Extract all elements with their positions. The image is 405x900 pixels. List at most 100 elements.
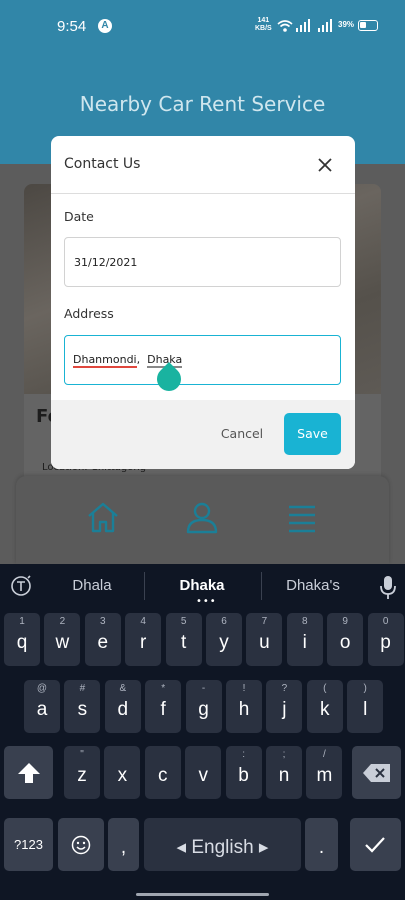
key-secondary-label: ): [363, 683, 367, 694]
key-v[interactable]: v: [185, 746, 222, 799]
emoji-key[interactable]: [58, 818, 104, 871]
key-n[interactable]: ; n: [266, 746, 302, 799]
space-key[interactable]: ◂ English ▸: [144, 818, 301, 871]
key-secondary-label: /: [323, 749, 326, 760]
cell-signal-icon-2: [318, 19, 332, 32]
key-label: t: [180, 632, 187, 653]
app-title: Nearby Car Rent Service: [79, 92, 326, 116]
key-u[interactable]: 7u: [246, 613, 283, 666]
key-label: v: [198, 765, 208, 786]
suggestion-2[interactable]: Dhaka: [147, 577, 257, 594]
date-field[interactable]: 31/12/2021: [64, 237, 341, 287]
key-secondary-label: &: [119, 683, 127, 694]
key-label: p: [380, 632, 391, 653]
key-o[interactable]: 9o: [327, 613, 364, 666]
dialog-title: Contact Us: [64, 156, 141, 172]
language-label: English: [191, 837, 254, 858]
key-secondary-label: 4: [140, 616, 146, 627]
backspace-key[interactable]: [352, 746, 401, 799]
key-w[interactable]: 2w: [44, 613, 81, 666]
app-notification-icon: A: [98, 19, 112, 33]
key-h[interactable]: ! h: [226, 680, 262, 733]
key-e[interactable]: 3e: [84, 613, 121, 666]
shift-key[interactable]: [4, 746, 53, 799]
key-label: n: [278, 765, 290, 786]
network-speed: 141 KB/S: [255, 17, 272, 33]
address-label: Address: [64, 306, 114, 321]
suggestion-divider: [144, 572, 145, 600]
key-k[interactable]: (k: [306, 680, 343, 733]
checkmark-icon: [365, 837, 385, 853]
key-secondary-label: 5: [180, 616, 187, 627]
key-f[interactable]: * f: [145, 680, 182, 733]
key-label: l: [363, 699, 368, 720]
key-secondary-label: 7: [261, 616, 268, 627]
period-key[interactable]: .: [305, 818, 338, 871]
key-secondary-label: 2: [59, 616, 66, 627]
more-suggestions-icon[interactable]: •••: [196, 596, 217, 607]
key-secondary-label: ;: [282, 749, 286, 760]
key-x[interactable]: x: [104, 746, 141, 799]
key-r[interactable]: 4r: [125, 613, 162, 666]
key-label: y: [219, 632, 229, 653]
key-c[interactable]: c: [144, 746, 181, 799]
key-d[interactable]: & d: [104, 680, 141, 733]
key-s[interactable]: # s: [64, 680, 101, 733]
key-j[interactable]: ? j: [266, 680, 303, 733]
key-m[interactable]: / m: [306, 746, 343, 799]
key-secondary-label: @: [36, 683, 48, 694]
comma-key-label: ,: [120, 837, 127, 858]
signal-icons: [277, 19, 332, 32]
key-label: i: [302, 632, 307, 653]
key-secondary-label: ": [80, 749, 84, 760]
key-l[interactable]: ) l: [347, 680, 384, 733]
address-word-misspelled: Dhanmondi: [73, 353, 137, 368]
key-secondary-label: -: [201, 683, 206, 694]
dialog-divider: [51, 193, 355, 194]
key-label: g: [198, 699, 209, 720]
suggestion-1[interactable]: Dhala: [37, 577, 147, 594]
key-label: d: [117, 699, 129, 720]
home-icon[interactable]: [86, 500, 120, 534]
address-separator: ,: [136, 353, 148, 366]
address-field[interactable]: Dhanmondi, Dhaka: [64, 335, 341, 385]
date-label: Date: [64, 209, 94, 224]
key-secondary-label: 0: [382, 616, 389, 627]
key-z[interactable]: " z: [64, 746, 100, 799]
key-a[interactable]: @ a: [24, 680, 60, 733]
key-q[interactable]: 1q: [4, 613, 40, 666]
cell-signal-icon-1: [296, 19, 310, 32]
microphone-icon[interactable]: [378, 574, 398, 600]
key-label: k: [320, 699, 330, 720]
gesture-navigation-bar[interactable]: [136, 893, 269, 896]
suggestion-3[interactable]: Dhaka's: [258, 577, 368, 594]
key-p[interactable]: 0p: [367, 613, 404, 666]
key-g[interactable]: -g: [185, 680, 222, 733]
key-label: q: [16, 632, 28, 653]
key-y[interactable]: 6y: [206, 613, 242, 666]
key-b[interactable]: :b: [225, 746, 262, 799]
key-label: w: [55, 632, 70, 653]
date-value: 31/12/2021: [74, 256, 138, 269]
key-i[interactable]: 8i: [286, 613, 323, 666]
key-secondary-label: 8: [302, 616, 308, 627]
key-label: m: [316, 765, 333, 786]
status-bar: 9:54 A 141 KB/S 39%: [0, 0, 405, 40]
key-secondary-label: 1: [19, 616, 25, 627]
key-t[interactable]: 5t: [165, 613, 202, 666]
battery-percent: 39%: [338, 20, 355, 29]
key-label: h: [238, 699, 250, 720]
save-button[interactable]: Save: [284, 413, 341, 455]
translate-icon[interactable]: [9, 574, 33, 598]
network-speed-value: 141: [257, 17, 270, 24]
enter-key[interactable]: [350, 818, 401, 871]
key-label: s: [77, 699, 88, 720]
comma-key[interactable]: ,: [108, 818, 139, 871]
battery-icon: [358, 20, 378, 31]
symbols-key[interactable]: ?123: [4, 818, 53, 871]
profile-icon[interactable]: [185, 500, 219, 534]
cancel-button[interactable]: Cancel: [212, 426, 272, 446]
key-secondary-label: 9: [342, 616, 348, 627]
close-icon[interactable]: [314, 154, 336, 176]
menu-icon[interactable]: [285, 500, 319, 534]
